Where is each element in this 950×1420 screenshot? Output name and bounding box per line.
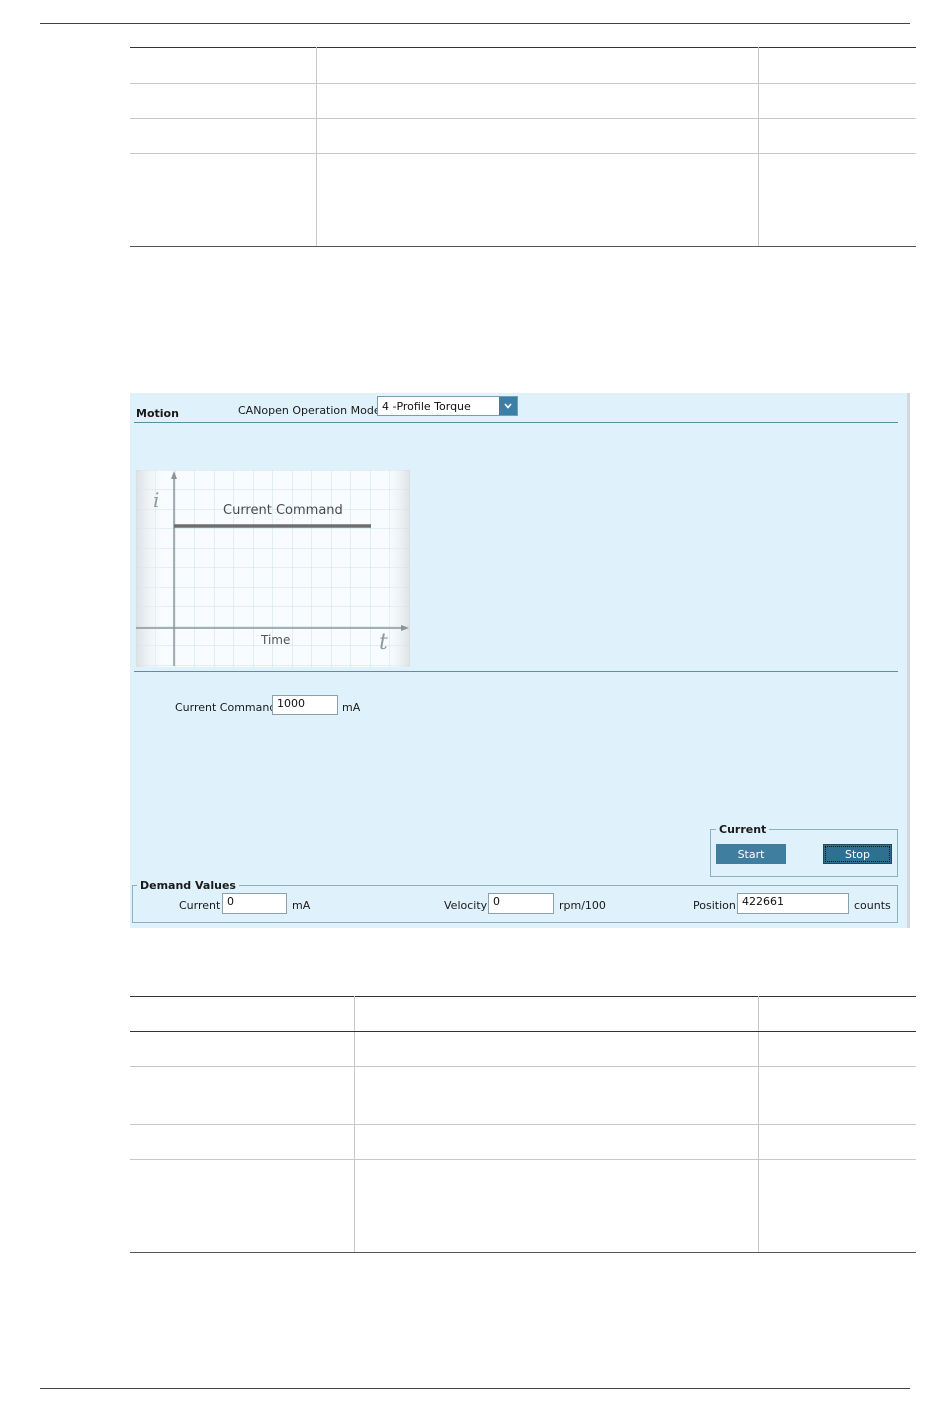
top-table	[130, 47, 916, 247]
panel-title: Motion	[136, 407, 179, 420]
operation-mode-label: CANopen Operation Mode	[238, 404, 381, 417]
page-header-rule	[40, 23, 910, 24]
demand-current-unit: mA	[292, 899, 311, 912]
demand-current-field[interactable]: 0	[222, 893, 287, 914]
motion-panel: Motion CANopen Operation Mode 4 -Profile…	[130, 393, 910, 928]
demand-position-unit: counts	[854, 899, 891, 912]
table-row	[130, 83, 916, 119]
stop-button[interactable]: Stop	[823, 844, 892, 864]
demand-position-field[interactable]: 422661	[737, 893, 849, 914]
x-axis-label: Time	[261, 633, 291, 647]
operation-mode-value: 4 -Profile Torque	[382, 400, 471, 413]
demand-velocity-label: Velocity	[444, 899, 488, 912]
current-command-input[interactable]: 1000	[272, 695, 338, 715]
current-command-line-label: Current Command	[223, 503, 343, 518]
x-axis-symbol: t	[379, 630, 388, 655]
current-command-unit: mA	[342, 701, 361, 714]
demand-velocity-field[interactable]: 0	[488, 893, 554, 914]
demand-current-label: Current	[179, 899, 221, 912]
table-row	[130, 1066, 916, 1125]
chevron-down-icon[interactable]	[499, 397, 517, 415]
table-row	[130, 118, 916, 154]
operation-mode-select[interactable]: 4 -Profile Torque	[377, 396, 518, 416]
table-row	[130, 153, 916, 247]
page-footer-rule	[40, 1388, 910, 1389]
y-axis-symbol: i	[153, 488, 160, 512]
header-separator	[134, 422, 898, 423]
table-header-row	[130, 996, 916, 1032]
table-row	[130, 1159, 916, 1253]
chart-separator	[134, 671, 898, 672]
panel-border	[907, 393, 910, 928]
current-command-label: Current Command	[175, 701, 277, 714]
current-command-diagram: i Current Command Time t	[136, 470, 410, 667]
demand-values-title: Demand Values	[137, 879, 239, 892]
bottom-table	[130, 996, 916, 1253]
table-row	[130, 47, 916, 84]
current-group-title: Current	[716, 823, 770, 836]
demand-position-label: Position	[693, 899, 736, 912]
table-row	[130, 1124, 916, 1160]
start-button[interactable]: Start	[716, 844, 786, 864]
demand-velocity-unit: rpm/100	[559, 899, 606, 912]
table-row	[130, 1031, 916, 1067]
